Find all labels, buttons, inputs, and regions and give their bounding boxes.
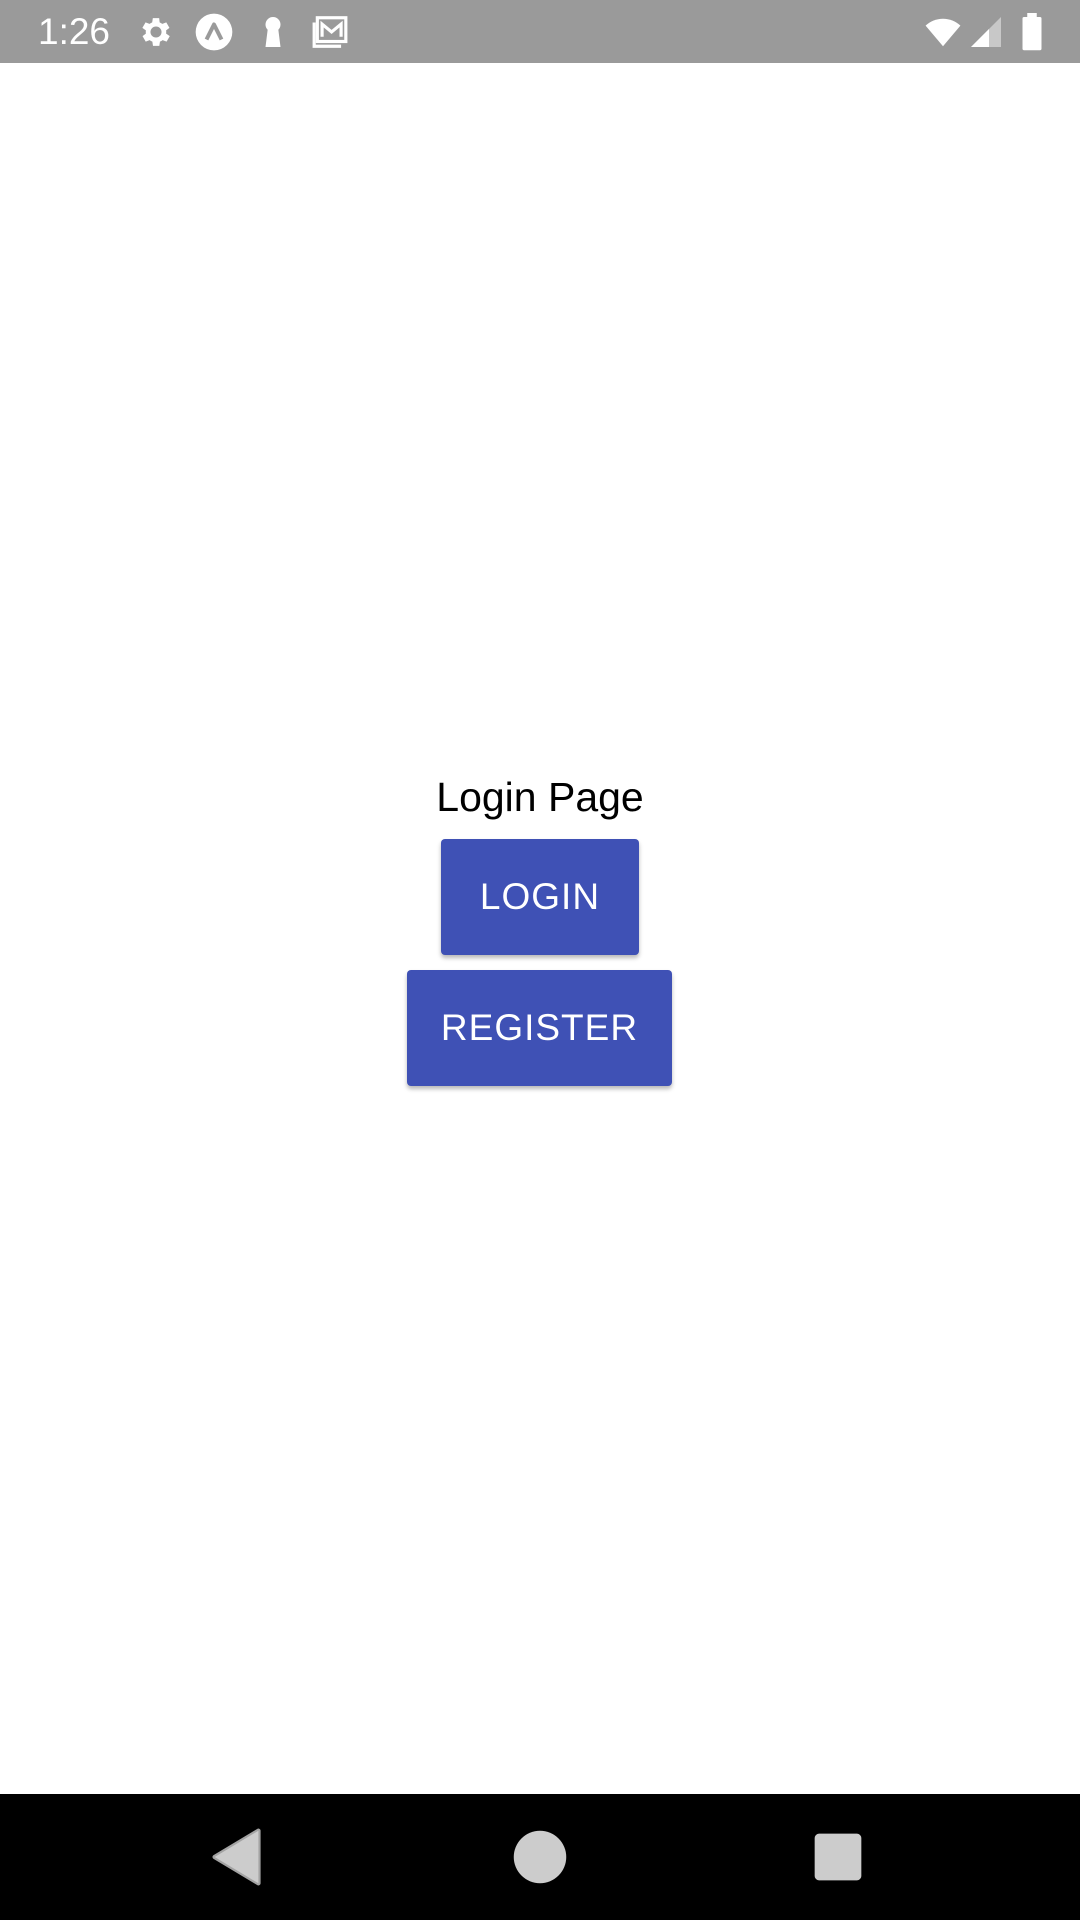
battery-icon [1018, 13, 1046, 51]
signal-icon [968, 13, 1004, 51]
wifi-icon [921, 13, 965, 51]
home-icon[interactable] [505, 1822, 575, 1892]
status-time: 1:26 [38, 11, 111, 52]
back-icon[interactable] [203, 1822, 273, 1892]
navigation-bar [0, 1794, 1080, 1920]
status-bar: 1:26 [0, 0, 1080, 63]
gmail-icon [309, 13, 351, 51]
register-button[interactable]: REGISTER [407, 970, 672, 1086]
keyhole-icon [255, 13, 291, 51]
gear-icon [137, 13, 175, 51]
content-area: Login Page LOGIN REGISTER [0, 63, 1080, 1794]
app-icon [194, 12, 234, 52]
screen: 1:26 Login Page LOGIN REGISTER [0, 0, 1080, 1920]
login-button[interactable]: LOGIN [441, 839, 639, 955]
page-title: Login Page [436, 774, 644, 820]
recents-icon[interactable] [803, 1822, 873, 1892]
